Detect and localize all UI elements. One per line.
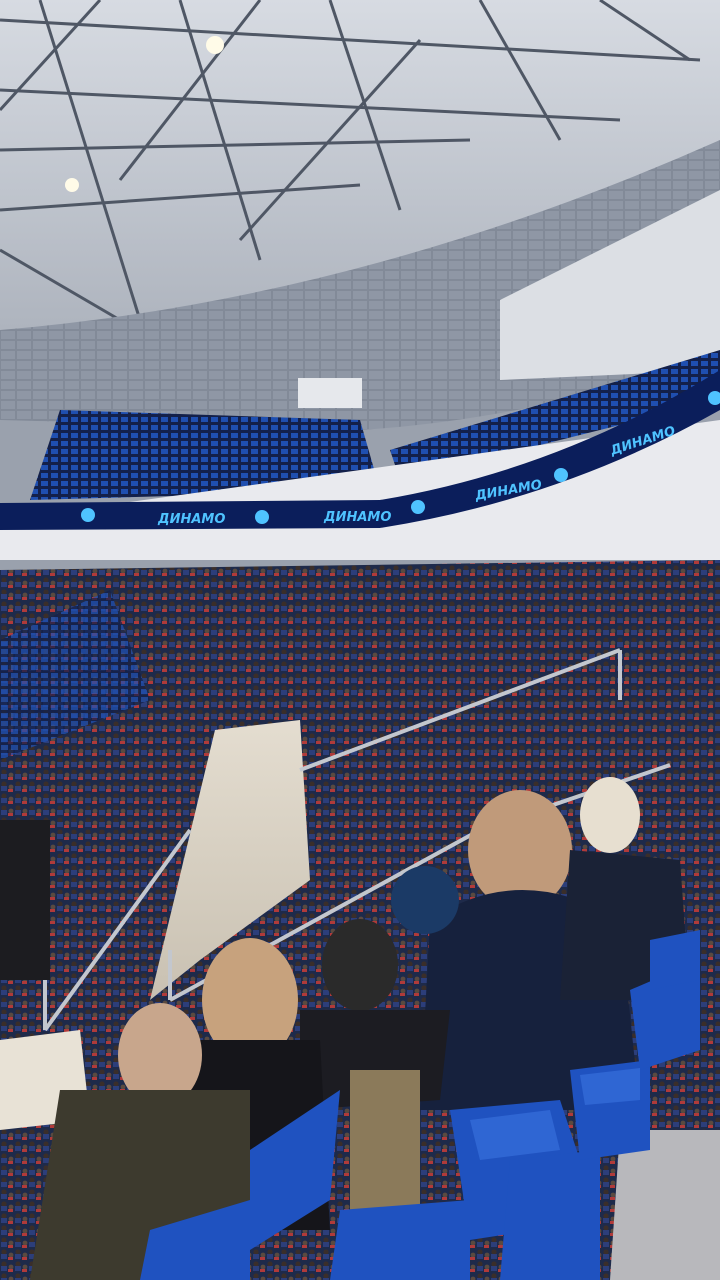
led-brand-text: ДИНАМО xyxy=(323,510,391,525)
arena-scene: ДИНАМО ДИНАМО ДИНАМО ДИНАМО xyxy=(0,0,720,1280)
roof-light xyxy=(206,36,224,54)
led-brand-text: ДИНАМО xyxy=(157,512,225,527)
camera-platform xyxy=(298,378,362,408)
roof-light xyxy=(65,178,79,192)
